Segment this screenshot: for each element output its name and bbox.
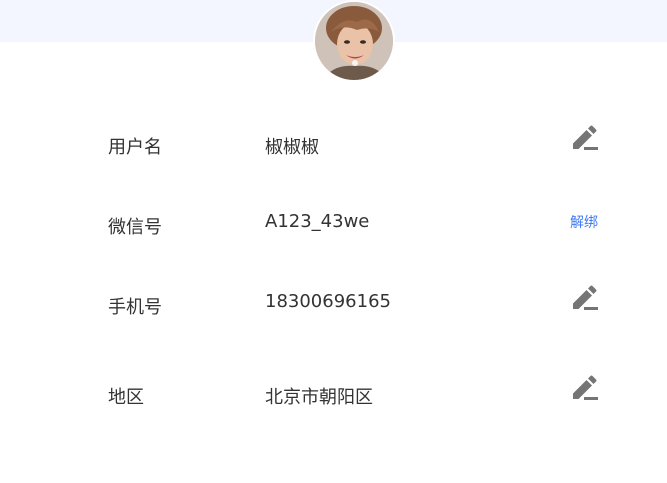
edit-username-button[interactable] [570, 123, 600, 153]
region-label: 地区 [108, 387, 144, 408]
edit-region-button[interactable] [570, 373, 600, 403]
wechat-label: 微信号 [108, 217, 162, 238]
phone-label: 手机号 [108, 297, 162, 318]
phone-value: 18300696165 [265, 291, 391, 312]
user-avatar[interactable] [313, 0, 395, 82]
region-value: 北京市朝阳区 [265, 387, 373, 408]
username-label: 用户名 [108, 137, 162, 158]
username-value: 椒椒椒 [265, 137, 319, 158]
profile-row-region: 地区 北京市朝阳区 [0, 373, 667, 413]
avatar-photo-icon [315, 2, 393, 80]
pencil-edit-icon [573, 125, 598, 150]
unbind-wechat-link[interactable]: 解绑 [570, 212, 598, 232]
pencil-edit-icon [573, 285, 598, 310]
profile-row-phone: 手机号 18300696165 [0, 283, 667, 323]
edit-phone-button[interactable] [570, 283, 600, 313]
profile-row-wechat: 微信号 A123_43we 解绑 [0, 202, 667, 242]
profile-row-username: 用户名 椒椒椒 [0, 123, 667, 163]
wechat-value: A123_43we [265, 211, 370, 232]
pencil-edit-icon [573, 375, 598, 400]
